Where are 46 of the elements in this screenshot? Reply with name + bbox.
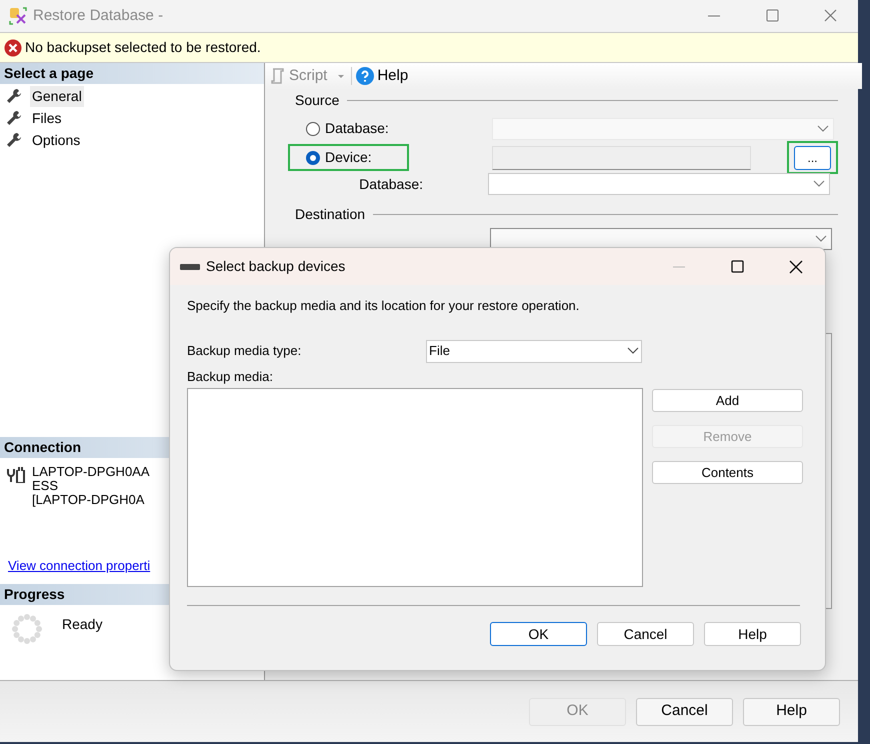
page-item[interactable]: Options: [30, 130, 82, 150]
connection-link[interactable]: View connection properti: [8, 556, 150, 575]
radio-option[interactable]: Database:: [288, 115, 409, 142]
error-icon: [4, 38, 22, 56]
field-label: Backup media:: [187, 368, 273, 386]
instruction-text: Specify the backup media and its location for your restore operation.: [187, 297, 580, 315]
page-item[interactable]: General: [30, 86, 84, 106]
connection-text: [LAPTOP-DPGH0A: [32, 492, 146, 506]
dialog-button[interactable]: Cancel: [597, 622, 694, 646]
chevron-down-icon: [627, 347, 639, 355]
field-label: Backup media type:: [187, 342, 302, 360]
footer-button[interactable]: Help: [743, 698, 840, 726]
dialog-button[interactable]: Contents: [652, 461, 803, 484]
dialog-title: Select backup devices: [206, 257, 346, 276]
connection-text: LAPTOP-DPGH0AA: [32, 464, 150, 478]
browse-button[interactable]: ...: [794, 146, 831, 170]
error-message: No backupset selected to be restored.: [25, 38, 261, 57]
radio-option[interactable]: Device:: [288, 144, 409, 171]
help-icon: [356, 67, 374, 85]
footer-button[interactable]: Cancel: [636, 698, 733, 726]
wrench-icon: [5, 131, 23, 149]
app-icon: [8, 6, 28, 26]
chevron-down-icon: [817, 124, 829, 132]
wrench-icon: [5, 109, 23, 127]
page-item[interactable]: Files: [30, 108, 64, 128]
section-title: Destination: [295, 204, 366, 224]
dialog-button[interactable]: OK: [490, 622, 587, 646]
progress-status: Ready: [62, 615, 102, 634]
section-title: Source: [295, 90, 340, 110]
help-button[interactable]: Help: [356, 64, 408, 88]
media-type-dropdown[interactable]: File: [426, 340, 642, 362]
dialog-button[interactable]: Help: [704, 622, 801, 646]
section-header: Select a page: [0, 63, 264, 84]
window-title: Restore Database -: [33, 6, 164, 26]
device-field[interactable]: [492, 146, 751, 170]
dialog-button[interactable]: Add: [652, 389, 803, 412]
connection-text: ESS: [32, 478, 60, 492]
progress-spinner-icon: [12, 614, 42, 644]
database-dropdown[interactable]: [488, 173, 830, 195]
connection-icon: [6, 466, 26, 482]
chevron-down-icon: [813, 180, 825, 188]
scroll-icon: [269, 67, 285, 85]
tape-drive-icon: [180, 262, 200, 270]
wrench-icon: [5, 87, 23, 105]
chevron-down-icon: [815, 235, 827, 243]
field-label: Database:: [358, 174, 423, 194]
